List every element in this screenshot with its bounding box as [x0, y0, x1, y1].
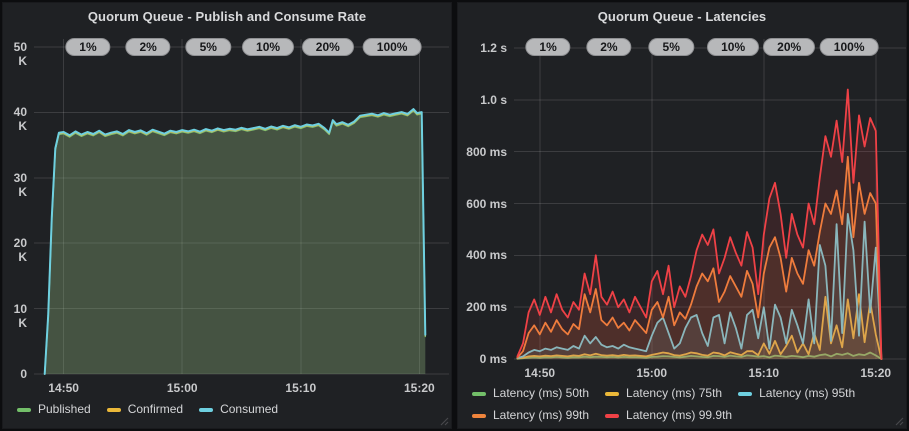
- y-tick-label: 400 ms: [458, 248, 507, 262]
- panel-header: Quorum Queue - Publish and Consume Rate: [3, 3, 451, 29]
- legend-swatch-icon: [107, 408, 121, 412]
- legend-item-latency-ms-99th[interactable]: Latency (ms) 99th: [472, 408, 589, 423]
- legend-item-published[interactable]: Published: [17, 402, 91, 417]
- annotation-pill-2pct[interactable]: 2%: [586, 38, 631, 56]
- annotation-pill-5pct[interactable]: 5%: [649, 38, 694, 56]
- legend-swatch-icon: [17, 408, 31, 412]
- y-tick-label: 600 ms: [458, 197, 507, 211]
- y-tick-label: 800 ms: [458, 145, 507, 159]
- annotation-pill-1pct[interactable]: 1%: [65, 38, 110, 56]
- x-tick-label: 14:50: [39, 381, 89, 395]
- panel-latencies: Quorum Queue - Latencies 0 ms 200 ms 400 m…: [457, 2, 907, 429]
- legend-label: Latency (ms) 95th: [759, 386, 855, 401]
- legend-swatch-icon: [199, 408, 213, 412]
- annotation-pill-100pct[interactable]: 100%: [363, 38, 422, 56]
- rate-chart[interactable]: [34, 37, 449, 381]
- panel-title[interactable]: Quorum Queue - Latencies: [598, 9, 767, 24]
- y-tick-label: 40 K: [3, 105, 27, 133]
- y-tick-label: 20 K: [3, 236, 27, 264]
- panel-resize-handle[interactable]: [895, 417, 904, 426]
- legend-item-latency-ms-75th[interactable]: Latency (ms) 75th: [605, 386, 722, 401]
- legend-item-latency-ms-50th[interactable]: Latency (ms) 50th: [472, 386, 589, 401]
- y-tick-label: 50 K: [3, 40, 27, 68]
- legend-label: Consumed: [220, 402, 278, 417]
- legend-swatch-icon: [738, 392, 752, 396]
- latency-chart[interactable]: [514, 37, 906, 367]
- annotation-pill-1pct[interactable]: 1%: [525, 38, 570, 56]
- x-tick-label: 15:20: [851, 366, 901, 380]
- y-tick-label: 1.2 s: [458, 41, 507, 55]
- legend-label: Latency (ms) 99th: [493, 408, 589, 423]
- y-tick-label: 200 ms: [458, 300, 507, 314]
- series-fill-latency-ms-99-9th: [517, 90, 881, 360]
- annotation-pill-20pct[interactable]: 20%: [763, 38, 815, 56]
- x-tick-label: 15:20: [394, 381, 444, 395]
- legend: Published Confirmed Consumed: [17, 402, 447, 417]
- x-tick-label: 15:00: [627, 366, 677, 380]
- legend-label: Latency (ms) 50th: [493, 386, 589, 401]
- x-tick-label: 15:10: [739, 366, 789, 380]
- panel-header: Quorum Queue - Latencies: [458, 3, 906, 29]
- annotation-pill-10pct[interactable]: 10%: [242, 38, 294, 56]
- y-tick-label: 10 K: [3, 302, 27, 330]
- legend-label: Published: [38, 402, 91, 417]
- legend-item-latency-ms-95th[interactable]: Latency (ms) 95th: [738, 386, 855, 401]
- legend-swatch-icon: [472, 414, 486, 418]
- y-tick-label: 30 K: [3, 171, 27, 199]
- y-tick-label: 0: [3, 367, 27, 381]
- legend: Latency (ms) 50th Latency (ms) 75th Latenc…: [472, 386, 896, 423]
- annotation-pill-10pct[interactable]: 10%: [707, 38, 759, 56]
- x-tick-label: 15:00: [157, 381, 207, 395]
- legend-swatch-icon: [605, 392, 619, 396]
- legend-label: Latency (ms) 75th: [626, 386, 722, 401]
- panel-title[interactable]: Quorum Queue - Publish and Consume Rate: [88, 9, 366, 24]
- legend-item-confirmed[interactable]: Confirmed: [107, 402, 183, 417]
- legend-item-consumed[interactable]: Consumed: [199, 402, 278, 417]
- x-tick-label: 14:50: [515, 366, 565, 380]
- y-tick-label: 0 ms: [458, 352, 507, 366]
- legend-label: Latency (ms) 99.9th: [626, 408, 732, 423]
- legend-swatch-icon: [472, 392, 486, 396]
- annotation-pill-100pct[interactable]: 100%: [820, 38, 879, 56]
- annotation-pill-20pct[interactable]: 20%: [302, 38, 354, 56]
- panel-publish-consume-rate: Quorum Queue - Publish and Consume Rate …: [2, 2, 452, 429]
- legend-label: Confirmed: [128, 402, 183, 417]
- x-tick-label: 15:10: [276, 381, 326, 395]
- panel-resize-handle[interactable]: [440, 417, 449, 426]
- legend-item-latency-ms-99-9th[interactable]: Latency (ms) 99.9th: [605, 408, 732, 423]
- series-fill-consumed: [45, 109, 426, 374]
- grafana-dashboard: Quorum Queue - Publish and Consume Rate …: [0, 0, 909, 431]
- annotation-pill-5pct[interactable]: 5%: [186, 38, 231, 56]
- annotation-pill-2pct[interactable]: 2%: [125, 38, 170, 56]
- legend-swatch-icon: [605, 414, 619, 418]
- y-tick-label: 1.0 s: [458, 93, 507, 107]
